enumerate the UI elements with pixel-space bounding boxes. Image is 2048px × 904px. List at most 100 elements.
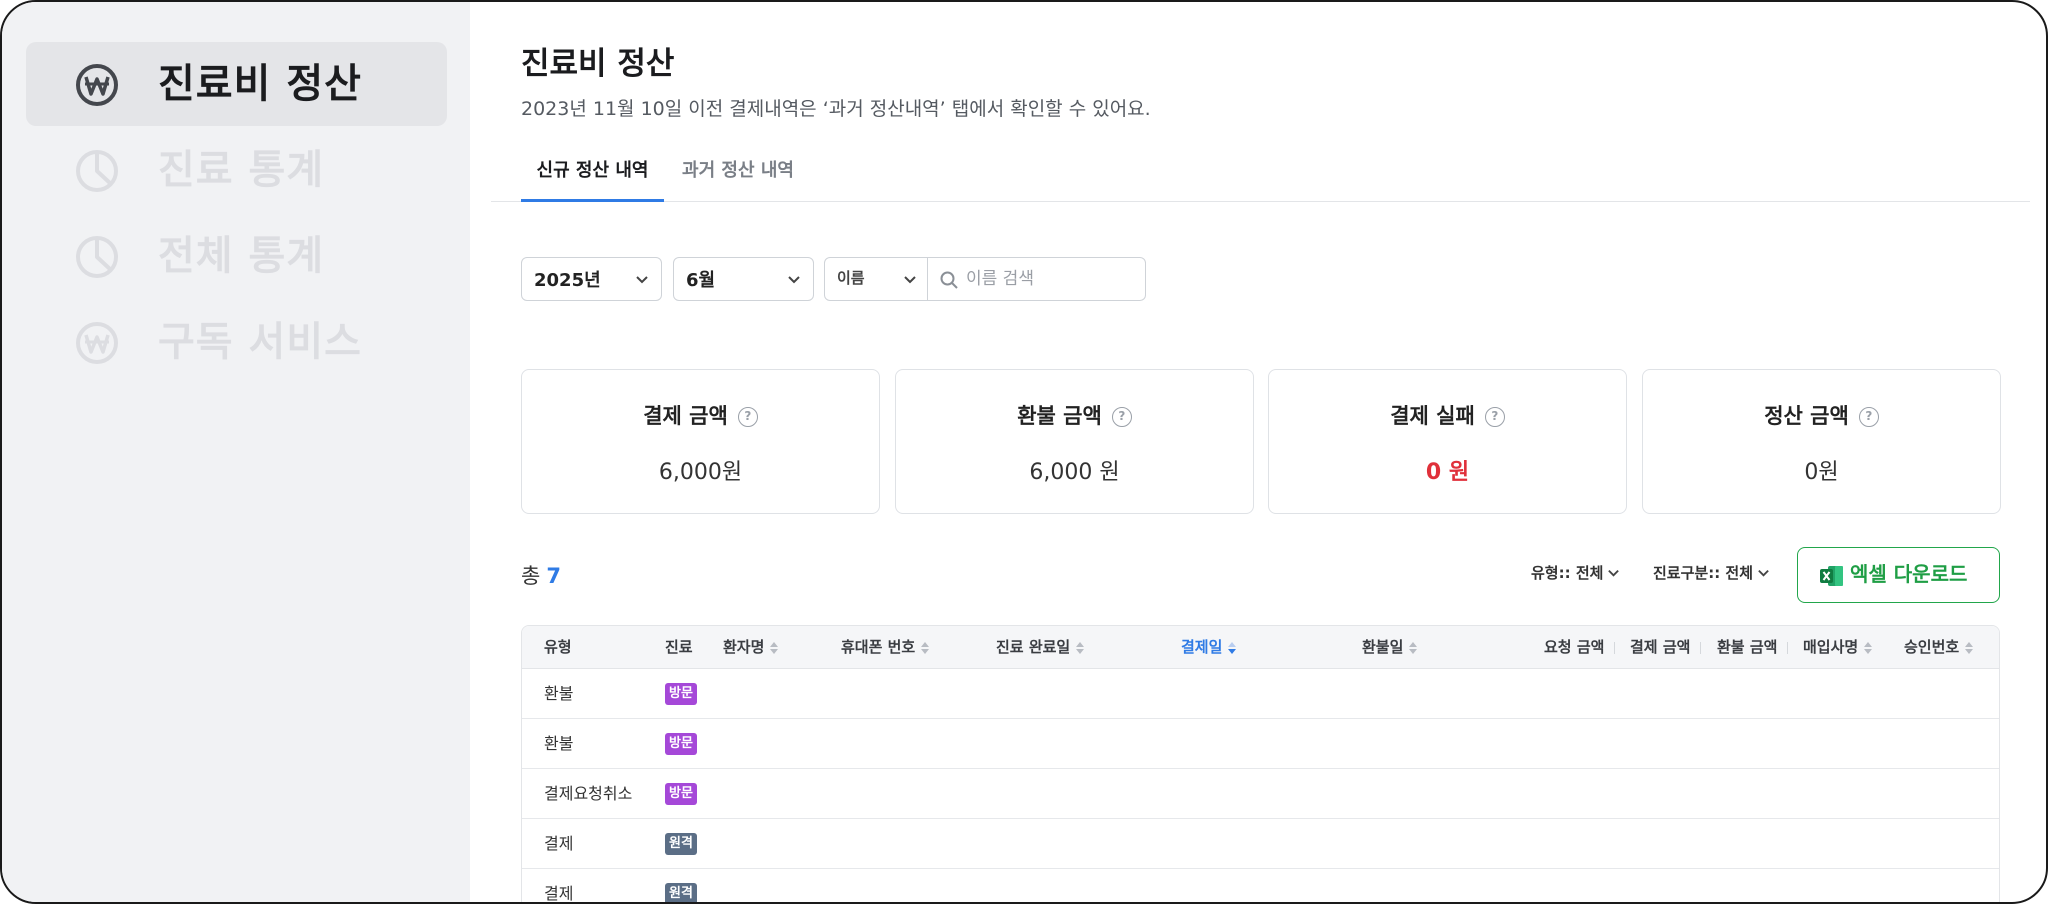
card-title: 정산 금액? <box>1643 400 2000 430</box>
sidebar-item-total-stats[interactable]: 전체 통계 <box>26 214 447 298</box>
page-title: 진료비 정산 <box>521 46 675 82</box>
help-icon[interactable]: ? <box>1111 407 1132 427</box>
tab-new-settlement[interactable]: 신규 정산 내역 <box>521 148 664 202</box>
type-filter-label: 유형:: 전체 <box>1531 564 1604 582</box>
col-header-patient-name[interactable]: 환자명 <box>723 626 779 669</box>
search-input[interactable] <box>966 262 1136 296</box>
care-badge-remote: 원격 <box>665 833 697 855</box>
card-payment-amount: 결제 금액? 6,000원 <box>521 369 880 514</box>
card-title-text: 결제 금액 <box>643 404 728 428</box>
sidebar-item-label: 진료비 정산 <box>158 61 362 107</box>
cell-type: 결제 <box>544 834 574 853</box>
table-header: 유형 진료 환자명 휴대폰 번호 진료 완료일 결제일 환불일 요청 금액 결제… <box>522 626 1999 669</box>
category-filter-dropdown[interactable]: 진료구분:: 전체 <box>1653 562 1770 583</box>
table-row[interactable]: 환불 방문 <box>522 669 1999 719</box>
sidebar-item-subscription[interactable]: 구독 서비스 <box>26 300 447 384</box>
year-select-value: 2025년 <box>534 270 601 291</box>
cell-type: 결제 <box>544 884 574 903</box>
card-value: 6,000원 <box>658 460 743 485</box>
card-value: 6,000 원 <box>1029 460 1120 485</box>
total-count-value: 7 <box>546 564 561 588</box>
help-icon[interactable]: ? <box>1858 407 1879 427</box>
cell-type: 결제요청취소 <box>544 784 633 803</box>
card-settlement-amount: 정산 금액? 0원 <box>1642 369 2001 514</box>
table-row[interactable]: 결제 원격 <box>522 869 1999 903</box>
chevron-down-icon <box>904 276 916 284</box>
cell-type: 환불 <box>544 734 574 753</box>
card-refund-amount: 환불 금액? 6,000 원 <box>895 369 1254 514</box>
col-header-payment-date[interactable]: 결제일 <box>1181 626 1237 669</box>
search-icon <box>940 271 958 289</box>
chevron-down-icon <box>1758 569 1769 577</box>
card-value: 0 원 <box>1425 460 1470 485</box>
col-header-care-completed[interactable]: 진료 완료일 <box>996 626 1085 669</box>
care-badge-remote: 원격 <box>665 883 697 902</box>
col-header-request-amount: 요청 금액 <box>1544 626 1616 669</box>
table-row[interactable]: 결제요청취소 방문 <box>522 769 1999 819</box>
page-subtitle: 2023년 11월 10일 이전 결제내역은 ‘과거 정산내역’ 탭에서 확인할… <box>521 98 1151 120</box>
year-select[interactable]: 2025년 <box>521 257 662 301</box>
total-count: 총7 <box>521 560 561 590</box>
card-title: 결제 금액? <box>522 400 879 430</box>
chevron-down-icon <box>1608 569 1620 577</box>
col-header-care: 진료 <box>665 638 693 656</box>
won-icon <box>74 320 120 366</box>
month-select[interactable]: 6월 <box>673 257 814 301</box>
card-value: 0원 <box>1804 460 1839 485</box>
sidebar-item-care-stats[interactable]: 진료 통계 <box>26 128 447 212</box>
sort-icon <box>770 641 779 654</box>
col-header-refund-amount: 환불 금액 <box>1717 626 1789 669</box>
sidebar-item-label: 전체 통계 <box>158 233 325 279</box>
cell-type: 환불 <box>544 684 574 703</box>
sort-icon <box>1409 641 1418 654</box>
category-filter-label: 진료구분:: 전체 <box>1653 564 1754 582</box>
card-title: 환불 금액? <box>896 400 1253 430</box>
excel-download-button[interactable]: 엑셀 다운로드 <box>1797 547 2000 603</box>
col-header-refund-date[interactable]: 환불일 <box>1362 626 1418 669</box>
search-field-value: 이름 <box>837 269 865 287</box>
card-title-text: 환불 금액 <box>1017 404 1102 428</box>
card-title-text: 정산 금액 <box>1764 404 1849 428</box>
sidebar-item-label: 구독 서비스 <box>158 319 362 365</box>
sort-icon <box>1965 641 1974 654</box>
card-payment-failed: 결제 실패? 0 원 <box>1268 369 1627 514</box>
sort-icon <box>1076 641 1085 654</box>
type-filter-dropdown[interactable]: 유형:: 전체 <box>1531 562 1620 583</box>
pie-chart-icon <box>74 148 120 194</box>
care-badge-visit: 방문 <box>665 733 697 755</box>
excel-download-label: 엑셀 다운로드 <box>1850 562 1968 586</box>
col-header-type: 유형 <box>544 638 572 656</box>
excel-icon <box>1820 566 1843 586</box>
chevron-down-icon <box>636 276 648 284</box>
col-header-approval-number[interactable]: 승인번호 <box>1904 626 1974 669</box>
main-content: 진료비 정산 2023년 11월 10일 이전 결제내역은 ‘과거 정산내역’ … <box>470 2 2046 903</box>
table-row[interactable]: 환불 방문 <box>522 719 1999 769</box>
sidebar-item-label: 진료 통계 <box>158 147 325 193</box>
pie-chart-icon <box>74 234 120 280</box>
sort-icon <box>1864 641 1873 654</box>
col-header-payment-amount: 결제 금액 <box>1630 626 1702 669</box>
table-row[interactable]: 결제 원격 <box>522 819 1999 869</box>
settlement-table: 유형 진료 환자명 휴대폰 번호 진료 완료일 결제일 환불일 요청 금액 결제… <box>521 625 2000 903</box>
chevron-down-icon <box>788 276 800 284</box>
tab-past-settlement[interactable]: 과거 정산 내역 <box>676 148 800 202</box>
care-badge-visit: 방문 <box>665 783 697 805</box>
help-icon[interactable]: ? <box>1484 407 1505 427</box>
col-header-phone[interactable]: 휴대폰 번호 <box>841 626 930 669</box>
card-title: 결제 실패? <box>1269 400 1626 430</box>
col-header-acquirer[interactable]: 매입사명 <box>1803 626 1873 669</box>
search-field-select[interactable]: 이름 <box>825 258 928 300</box>
won-icon <box>74 62 120 108</box>
care-badge-visit: 방문 <box>665 683 697 705</box>
sort-icon <box>1228 641 1237 654</box>
month-select-value: 6월 <box>686 270 716 291</box>
card-title-text: 결제 실패 <box>1390 404 1475 428</box>
sort-icon <box>921 641 930 654</box>
app-window: 진료비 정산 진료 통계 전체 통계 구독 서비스 진료비 정산 2023년 1… <box>0 0 2048 904</box>
search-group: 이름 <box>824 257 1146 301</box>
sidebar: 진료비 정산 진료 통계 전체 통계 구독 서비스 <box>2 2 470 902</box>
sidebar-item-settlement[interactable]: 진료비 정산 <box>26 42 447 126</box>
help-icon[interactable]: ? <box>737 407 758 427</box>
total-label: 총 <box>521 564 541 588</box>
tab-bar: 신규 정산 내역 과거 정산 내역 <box>491 148 2030 202</box>
